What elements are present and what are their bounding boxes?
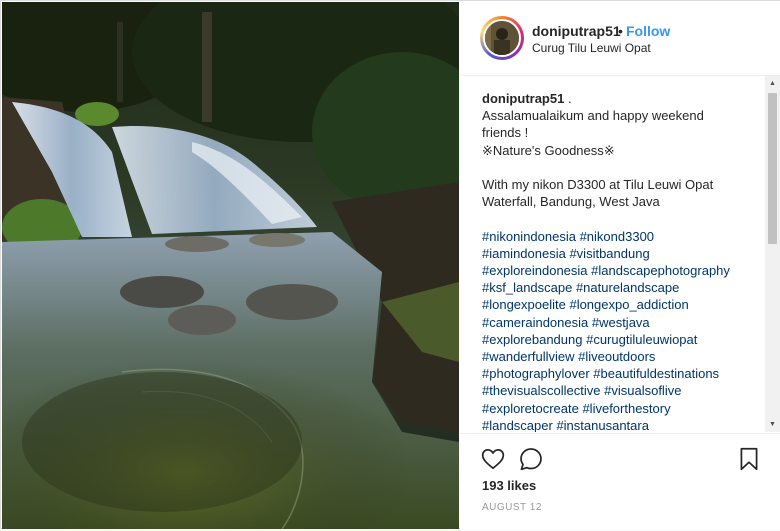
hashtag-line[interactable]: #explorebandung #curugtiluleuwiopat	[482, 332, 697, 347]
post-date[interactable]: AUGUST 12	[482, 502, 542, 513]
hashtag-line[interactable]: #landscaper #instanusantara	[482, 418, 649, 432]
caption-line: Waterfall, Bandung, West Java	[482, 194, 660, 210]
hashtag-line[interactable]: #ksf_landscape #naturelandscape	[482, 280, 679, 295]
likes-count[interactable]: 193 likes	[482, 478, 536, 493]
comments-scrollbar[interactable]: ▲ ▼	[765, 76, 780, 432]
separator-dot: •	[618, 23, 623, 39]
hashtag-line[interactable]: #iamindonesia #visitbandung	[482, 246, 650, 261]
caption-line: friends !	[482, 125, 529, 141]
post-frame: doniputrap51 • Follow Curug Tilu Leuwi O…	[0, 0, 780, 530]
scroll-down-arrow[interactable]: ▼	[765, 417, 780, 432]
avatar[interactable]	[483, 19, 521, 57]
caption-user-suffix: .	[564, 91, 572, 106]
scroll-up-arrow[interactable]: ▲	[765, 76, 780, 91]
caption-username[interactable]: doniputrap51	[482, 91, 564, 106]
hashtag-line[interactable]: #thevisualscollective #visualsoflive	[482, 383, 681, 398]
avatar-story-ring[interactable]	[480, 16, 524, 60]
post-photo[interactable]	[2, 2, 459, 529]
post-actions: 193 likes AUGUST 12	[460, 433, 780, 531]
hashtag-line[interactable]: #nikonindonesia #nikond3300	[482, 229, 654, 244]
bookmark-icon[interactable]	[736, 446, 762, 472]
hashtag-line[interactable]: #longexpoelite #longexpo_addiction	[482, 297, 689, 312]
header-username[interactable]: doniputrap51	[532, 23, 621, 39]
hashtag-line[interactable]: #photographylover #beautifuldestinations	[482, 366, 719, 381]
scrollbar-thumb[interactable]	[768, 93, 777, 244]
post-sidebar: doniputrap51 • Follow Curug Tilu Leuwi O…	[460, 1, 780, 530]
location-link[interactable]: Curug Tilu Leuwi Opat	[532, 41, 651, 55]
hashtag-line[interactable]: #exploreindonesia #landscapephotography	[482, 263, 730, 278]
hashtag-line[interactable]: #cameraindonesia #westjava	[482, 315, 650, 330]
caption: doniputrap51 . Assalamualaikum and happy…	[482, 90, 752, 432]
post-header: doniputrap51 • Follow Curug Tilu Leuwi O…	[460, 1, 780, 76]
comments-panel[interactable]: doniputrap51 . Assalamualaikum and happy…	[460, 76, 766, 432]
follow-button[interactable]: Follow	[626, 23, 670, 39]
heart-icon[interactable]	[480, 446, 506, 472]
caption-line: With my nikon D3300 at Tilu Leuwi Opat	[482, 177, 714, 193]
hashtag-line[interactable]: #exploretocreate #liveforthestory	[482, 401, 671, 416]
caption-line: Assalamualaikum and happy weekend	[482, 108, 704, 124]
comment-icon[interactable]	[518, 446, 544, 472]
caption-line: ※Nature's Goodness※	[482, 142, 615, 158]
hashtag-line[interactable]: #wanderfullview #liveoutdoors	[482, 349, 655, 364]
